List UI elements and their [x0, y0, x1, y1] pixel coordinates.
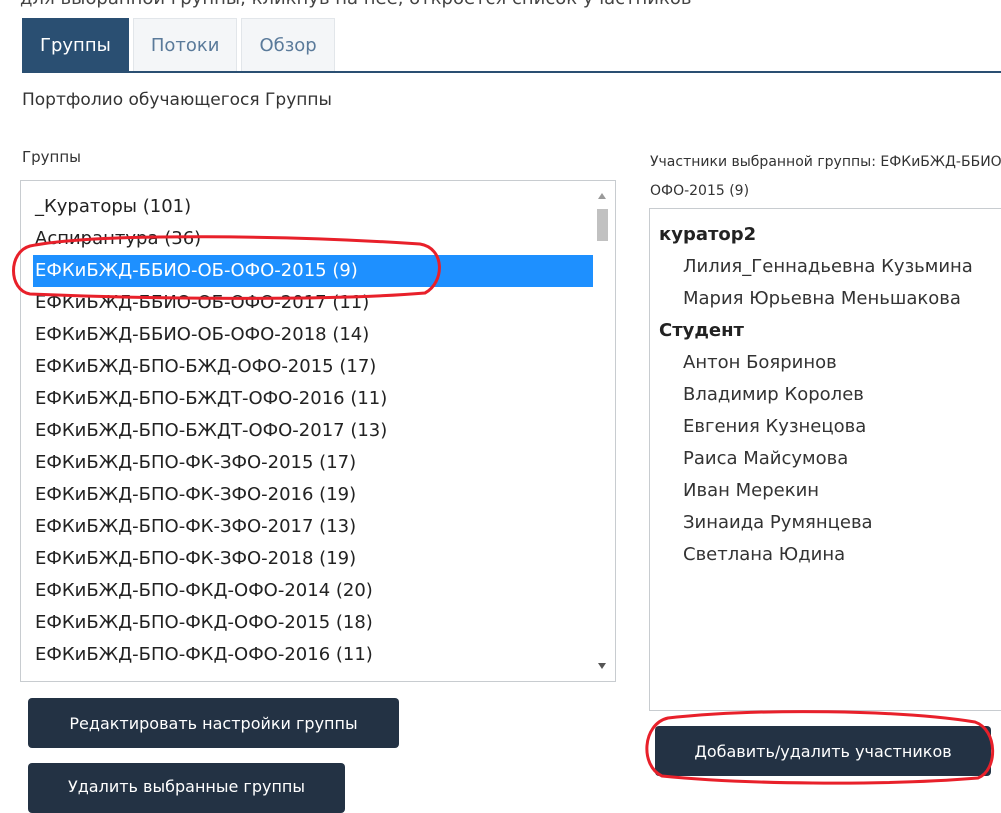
members-label-line1: Участники выбранной группы: ЕФКиБЖД-ББИО… — [650, 154, 1001, 170]
member-item[interactable]: Антон Бояринов — [659, 347, 1001, 379]
scroll-up-arrow-icon[interactable] — [598, 193, 606, 199]
top-instruction-text: для выбранной группы, кликнув на неё, от… — [20, 0, 692, 9]
edit-group-settings-button[interactable]: Редактировать настройки группы — [28, 698, 399, 748]
tab-streams[interactable]: Потоки — [132, 18, 238, 72]
list-item[interactable]: Аспирантура (36) — [33, 223, 593, 255]
list-item[interactable]: _Кураторы (101) — [33, 191, 593, 223]
list-item[interactable]: ЕФКиБЖД-ББИО-ОБ-ОФО-2018 (14) — [33, 319, 593, 351]
groups-label: Группы — [22, 148, 82, 166]
list-item[interactable]: ЕФКиБЖД-БПО-ФКД-ОФО-2015 (18) — [33, 607, 593, 639]
role-heading: Студент — [659, 320, 744, 341]
add-remove-members-button[interactable]: Добавить/удалить участников — [655, 726, 991, 776]
member-item[interactable]: Иван Мерекин — [659, 475, 1001, 507]
member-item[interactable]: Лилия_Геннадьевна Кузьмина — [659, 251, 1001, 283]
member-item[interactable]: Зинаида Румянцева — [659, 507, 1001, 539]
list-item[interactable]: ЕФКиБЖД-ББИО-ОБ-ОФО-2017 (11) — [33, 287, 593, 319]
list-item[interactable]: ЕФКиБЖД-БПО-ФКД-ОФО-2016 (11) — [33, 639, 593, 671]
list-item[interactable]: ЕФКиБЖД-БПО-БЖДТ-ОФО-2017 (13) — [33, 415, 593, 447]
list-item[interactable]: ЕФКиБЖД-ББИО-ОБ-ОФО-2015 (9) — [33, 255, 593, 287]
groups-list: _Кураторы (101) Аспирантура (36) ЕФКиБЖД-Б… — [33, 191, 593, 671]
tab-groups[interactable]: Группы — [22, 18, 129, 72]
list-item[interactable]: ЕФКиБЖД-БПО-ФК-ЗФО-2016 (19) — [33, 479, 593, 511]
member-item[interactable]: Светлана Юдина — [659, 539, 1001, 571]
role-heading: куратор2 — [659, 224, 757, 245]
list-item[interactable]: ЕФКиБЖД-БПО-БЖД-ОФО-2015 (17) — [33, 351, 593, 383]
page-title: Портфолио обучающегося Группы — [22, 90, 332, 110]
tab-bar: Группы Потоки Обзор — [22, 18, 339, 72]
tab-overview[interactable]: Обзор — [241, 18, 335, 72]
scroll-down-arrow-icon[interactable] — [598, 663, 606, 669]
member-item[interactable]: Мария Юрьевна Меньшакова — [659, 283, 1001, 315]
list-item[interactable]: ЕФКиБЖД-БПО-БЖДТ-ОФО-2016 (11) — [33, 383, 593, 415]
list-item[interactable]: ЕФКиБЖД-БПО-ФК-ЗФО-2017 (13) — [33, 511, 593, 543]
tab-underline — [22, 71, 1001, 73]
list-item[interactable]: ЕФКиБЖД-БПО-ФК-ЗФО-2018 (19) — [33, 543, 593, 575]
list-item[interactable]: ЕФКиБЖД-БПО-ФКД-ОФО-2014 (20) — [33, 575, 593, 607]
members-label-line2: ОФО-2015 (9) — [650, 183, 750, 199]
delete-selected-groups-button[interactable]: Удалить выбранные группы — [28, 763, 345, 813]
groups-scrollbar[interactable] — [595, 185, 609, 677]
groups-listbox[interactable]: _Кураторы (101) Аспирантура (36) ЕФКиБЖД-Б… — [20, 180, 616, 682]
list-item[interactable]: ЕФКиБЖД-БПО-ФК-ЗФО-2015 (17) — [33, 447, 593, 479]
member-item[interactable]: Владимир Королев — [659, 379, 1001, 411]
scroll-thumb[interactable] — [597, 209, 608, 241]
members-list: куратор2 Лилия_Геннадьевна Кузьмина Мария … — [659, 219, 1001, 571]
members-label: Участники выбранной группы: ЕФКиБЖД-ББИО… — [650, 148, 1001, 206]
member-item[interactable]: Евгения Кузнецова — [659, 411, 1001, 443]
members-listbox[interactable]: куратор2 Лилия_Геннадьевна Кузьмина Мария … — [649, 208, 1001, 711]
member-item[interactable]: Раиса Майсумова — [659, 443, 1001, 475]
